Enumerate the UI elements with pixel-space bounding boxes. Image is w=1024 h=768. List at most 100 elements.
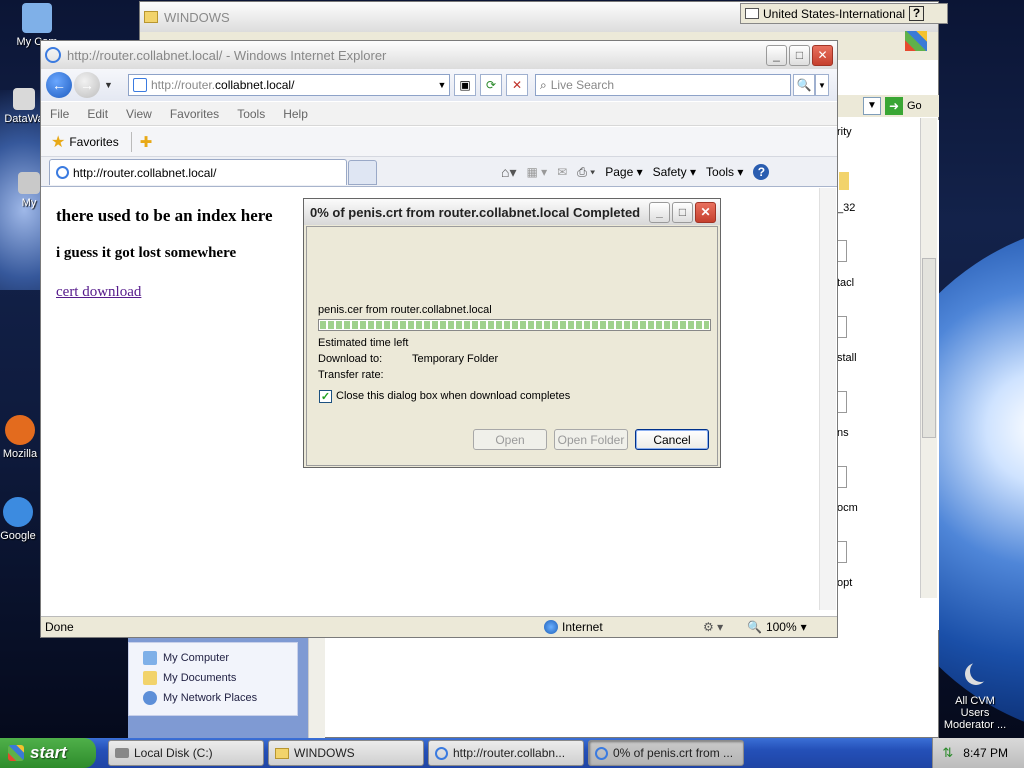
maximize-button[interactable]: □ (789, 44, 810, 66)
close-button[interactable]: ✕ (695, 201, 716, 223)
windows-logo-icon (8, 745, 24, 761)
download-to-value: Temporary Folder (412, 353, 499, 365)
new-tab-button[interactable] (348, 160, 377, 185)
transfer-rate-label: Transfer rate: (318, 369, 384, 381)
open-folder-button[interactable]: Open Folder (554, 429, 628, 450)
start-button[interactable]: start (0, 738, 96, 768)
file-item[interactable]: _32 (837, 202, 855, 214)
file-icon (837, 466, 847, 488)
safety-menu[interactable]: Safety ▾ (653, 165, 696, 179)
favorites-bar: ★ Favorites ✚ (41, 127, 837, 157)
estimated-time-label: Estimated time left (318, 337, 409, 349)
file-item[interactable]: rity (837, 126, 852, 138)
place-my-computer[interactable]: My Computer (129, 648, 297, 668)
favorites-button[interactable]: Favorites (69, 135, 118, 149)
ie-titlebar[interactable]: http://router.collabnet.local/ - Windows… (41, 41, 837, 69)
file-icon (837, 316, 847, 338)
feeds-icon[interactable]: ▦ ▾ (526, 165, 547, 179)
download-dialog-title: 0% of penis.crt from router.collabnet.lo… (310, 204, 641, 220)
help-icon[interactable]: ? (753, 164, 770, 180)
taskbar-item-label: WINDOWS (294, 746, 355, 760)
close-on-complete-checkbox[interactable]: ✓ (319, 390, 332, 403)
address-prefix: http://router. (151, 78, 216, 92)
zone-indicator[interactable]: Internet (544, 620, 603, 634)
taskbar-item-local-disk[interactable]: Local Disk (C:) (108, 740, 264, 766)
compatibility-icon[interactable]: ▣ (454, 74, 476, 96)
page-scrollbar[interactable] (819, 188, 836, 610)
taskbar-item-windows[interactable]: WINDOWS (268, 740, 424, 766)
help-icon[interactable]: ? (909, 6, 925, 21)
refresh-icon[interactable]: ⟳ (480, 74, 502, 96)
address-bar[interactable]: http://router. collabnet.local/ (128, 74, 450, 96)
download-file-line: penis.cer from router.collabnet.local (318, 304, 492, 316)
protected-mode-icon[interactable]: ⚙ ▾ (703, 620, 723, 634)
minimize-button[interactable]: _ (649, 201, 670, 223)
menu-tools[interactable]: Tools (228, 107, 274, 121)
file-item[interactable]: opt (837, 577, 852, 589)
desktop-icon-label: My (21, 197, 37, 209)
taskbar-item-download[interactable]: 0% of penis.crt from ... (588, 740, 744, 766)
open-button[interactable]: Open (473, 429, 547, 450)
place-label: My Computer (163, 652, 230, 664)
menu-file[interactable]: File (41, 107, 78, 121)
task-pane-scrollbar[interactable] (308, 638, 325, 738)
cancel-button[interactable]: Cancel (635, 429, 709, 450)
add-favorite-icon[interactable]: ✚ (140, 133, 153, 151)
safety-menu-label: Safety (652, 165, 687, 179)
desktop-icon-label: Google (0, 530, 36, 542)
cert-download-link[interactable]: cert download (56, 284, 141, 301)
language-bar[interactable]: United States-International ? (740, 3, 948, 24)
address-dropdown-icon[interactable]: ▼ (431, 74, 453, 96)
maximize-button[interactable]: □ (672, 201, 693, 223)
network-tray-icon[interactable]: ⇅ (942, 745, 953, 761)
progress-fill (320, 321, 709, 329)
ie-navigation-bar: ← → ▼ http://router. collabnet.local/ ▼ ▣… (41, 69, 837, 101)
search-box[interactable]: ⌕ Live Search (535, 74, 791, 96)
stop-icon[interactable]: ✕ (506, 74, 528, 96)
download-dialog-titlebar[interactable]: 0% of penis.crt from router.collabnet.lo… (304, 199, 720, 225)
mail-icon[interactable]: ✉ (557, 165, 567, 179)
menu-favorites[interactable]: Favorites (161, 107, 228, 121)
close-button[interactable]: ✕ (812, 44, 833, 66)
ie-logo-icon (595, 746, 608, 760)
folder-icon (144, 11, 158, 23)
clock[interactable]: 8:47 PM (963, 746, 1008, 760)
scrollbar-thumb[interactable] (922, 258, 936, 438)
chevron-down-icon[interactable]: ▼ (863, 97, 881, 115)
menu-edit[interactable]: Edit (78, 107, 117, 121)
file-item[interactable]: ns (837, 427, 849, 439)
download-dialog[interactable]: 0% of penis.crt from router.collabnet.lo… (303, 198, 721, 468)
print-icon[interactable]: ⎙ ▾ (577, 165, 595, 180)
file-icon (837, 240, 847, 262)
explorer-scrollbar[interactable] (920, 118, 937, 598)
system-tray: ⇅ 8:47 PM (932, 738, 1024, 768)
back-button[interactable]: ← (46, 72, 72, 98)
zoom-control[interactable]: 🔍 100% ▾ (747, 620, 807, 634)
chevron-down-icon: ▾ (800, 620, 807, 634)
shortcut-icon (13, 88, 35, 110)
tools-menu[interactable]: Tools ▾ (706, 165, 743, 179)
menu-help[interactable]: Help (274, 107, 317, 121)
place-label: My Documents (163, 672, 237, 684)
search-placeholder: Live Search (550, 78, 615, 92)
file-item[interactable]: tacl (837, 277, 854, 289)
page-menu[interactable]: Page ▾ (605, 165, 642, 179)
go-arrow-icon[interactable]: ➜ (885, 97, 903, 115)
search-button[interactable]: 🔍 (793, 74, 815, 96)
documents-icon (143, 671, 157, 685)
recent-pages-icon[interactable]: ▼ (104, 80, 113, 90)
search-options-icon[interactable]: ▼ (815, 74, 829, 96)
file-item[interactable]: ocm (837, 502, 858, 514)
home-icon[interactable]: ⌂▾ (501, 164, 516, 181)
network-icon (143, 691, 157, 705)
file-item[interactable]: stall (837, 352, 857, 364)
minimize-button[interactable]: _ (766, 44, 787, 66)
place-my-network-places[interactable]: My Network Places (129, 688, 297, 708)
menu-view[interactable]: View (117, 107, 161, 121)
taskbar-item-ie[interactable]: http://router.collabn... (428, 740, 584, 766)
go-button[interactable]: Go (907, 100, 922, 112)
tab-router[interactable]: http://router.collabnet.local/ (49, 159, 347, 185)
place-my-documents[interactable]: My Documents (129, 668, 297, 688)
forward-button[interactable]: → (74, 72, 100, 98)
download-progress-bar (318, 319, 711, 331)
